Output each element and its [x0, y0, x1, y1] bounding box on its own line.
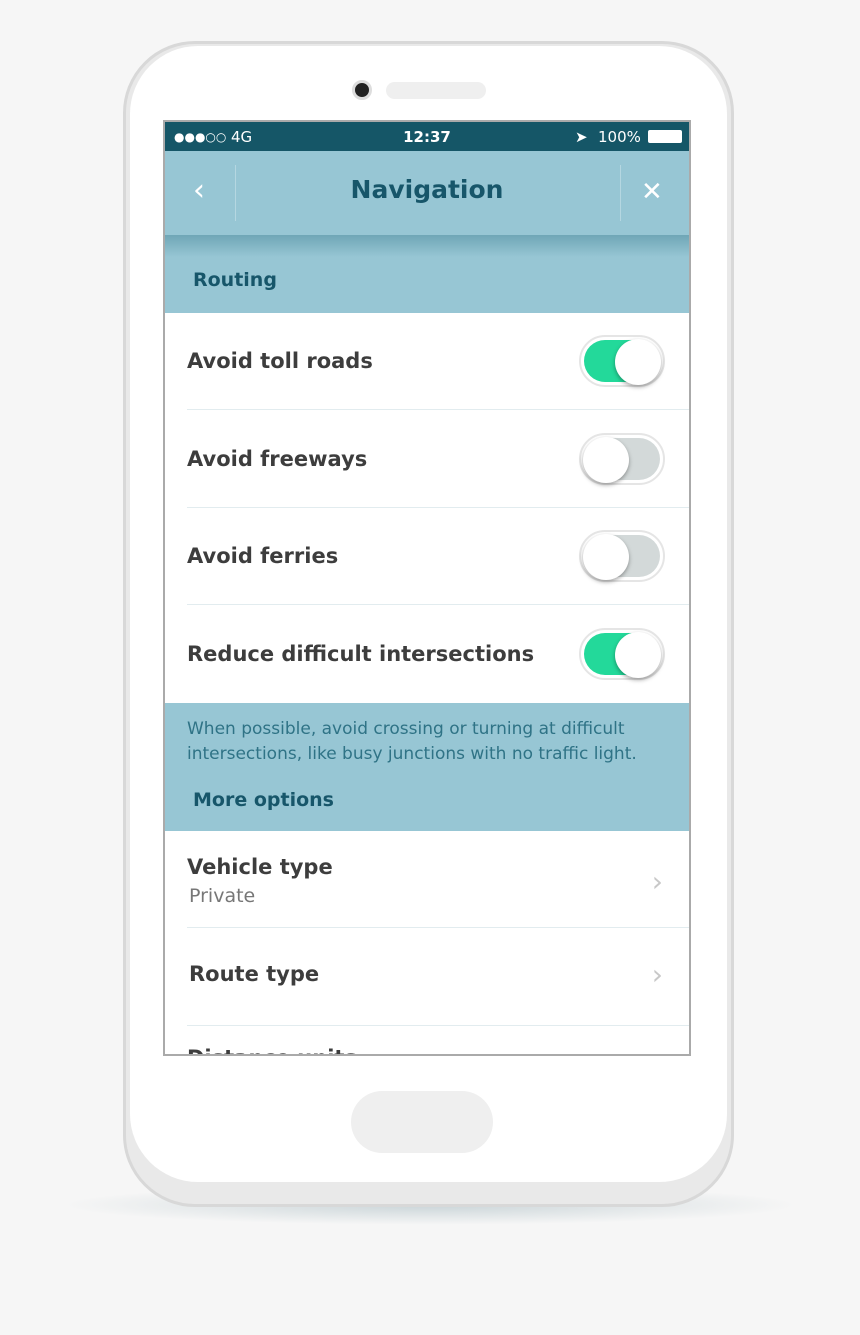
battery-percent: 100%: [598, 128, 641, 146]
toggle-switch[interactable]: [579, 627, 665, 680]
close-icon[interactable]: ✕: [641, 177, 663, 207]
divider: [620, 165, 621, 221]
camera: [352, 80, 372, 100]
route-type-row[interactable]: Route type ›: [165, 928, 689, 1026]
toggle-row: Avoid freeways: [165, 410, 689, 508]
toggle-switch[interactable]: [579, 335, 665, 387]
routing-note: When possible, avoid crossing or turning…: [187, 719, 637, 764]
status-bar: ●●●○○ 4G 12:37 ➤ 100%: [165, 122, 689, 151]
row-label: Avoid toll roads: [187, 349, 373, 373]
row-label: Distance units: [187, 1046, 357, 1054]
toggle-switch[interactable]: [579, 432, 665, 485]
chevron-right-icon: ›: [651, 865, 663, 898]
location-icon: ➤: [575, 128, 588, 146]
row-label: Avoid ferries: [187, 544, 339, 568]
chevron-right-icon: ›: [651, 958, 663, 991]
toggle-row: Avoid toll roads: [165, 313, 689, 410]
row-label: Route type: [189, 962, 320, 986]
row-value: Private: [189, 885, 256, 907]
battery-icon: [648, 130, 682, 143]
row-label: Reduce difficult intersections: [187, 641, 535, 666]
toggle-switch[interactable]: [579, 530, 665, 582]
screen: ●●●○○ 4G 12:37 ➤ 100% ‹ Navigation ✕ Rou…: [163, 120, 691, 1056]
routing-section-header: Routing: [165, 235, 689, 313]
row-label: Avoid freeways: [187, 446, 368, 471]
page-title: Navigation: [350, 175, 504, 204]
routing-footer: When possible, avoid crossing or turning…: [165, 703, 689, 831]
toggle-row: Reduce difficult intersections: [165, 605, 689, 703]
nav-header: ‹ Navigation ✕: [165, 151, 689, 235]
speaker: [386, 82, 486, 99]
section-title: More options: [193, 789, 334, 811]
section-title: Routing: [193, 269, 277, 291]
distance-units-row[interactable]: Distance units: [165, 1026, 689, 1054]
home-button[interactable]: [351, 1091, 493, 1153]
vehicle-type-row[interactable]: Vehicle type Private ›: [165, 831, 689, 928]
toggle-row: Avoid ferries: [165, 508, 689, 605]
row-label: Vehicle type: [187, 855, 333, 879]
